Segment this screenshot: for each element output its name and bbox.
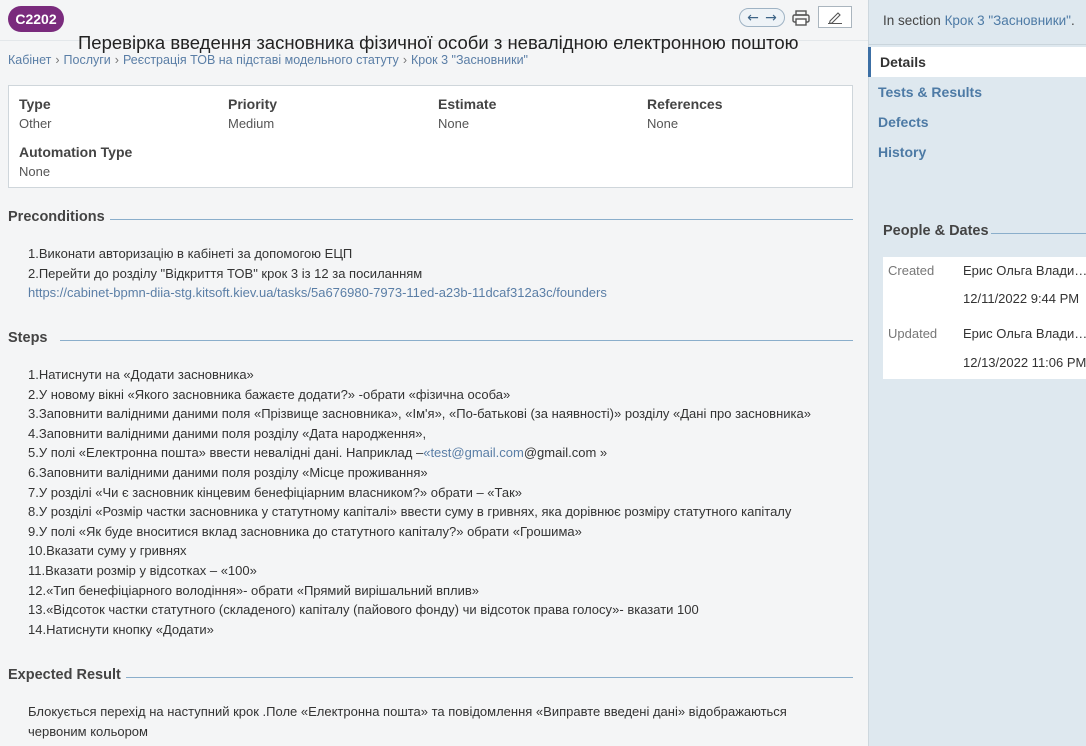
step-line: 12.«Тип бенефіціарного володіння»- обрат… [28, 582, 480, 598]
breadcrumb-item-registration[interactable]: Реєстрація ТОВ на підставі модельного ст… [123, 53, 399, 67]
step-line: 3.Заповнити валідними даними поля «Прізв… [28, 406, 811, 422]
step-line: 14.Натиснути кнопку «Додати» [28, 621, 214, 637]
updated-by: Ерис Ольга Влади… [963, 326, 1086, 341]
sidebar-nav: Details Tests & Results Defects History [868, 47, 1086, 167]
field-estimate: Estimate None [438, 96, 496, 131]
arrow-right-icon[interactable]: → [765, 11, 777, 25]
updated-label: Updated [888, 326, 938, 341]
field-estimate-label: Estimate [438, 96, 497, 112]
section-link[interactable]: Крок 3 "Засновники" [945, 13, 1071, 28]
section-suffix: . [1070, 13, 1075, 28]
people-dates-box: Created Ерис Ольга Влади… 12/11/2022 9:4… [883, 257, 1086, 379]
field-references-label: References [647, 96, 723, 112]
edit-button[interactable] [818, 6, 852, 28]
sidebar-divider [868, 44, 1086, 45]
steps-section-header: Steps [8, 330, 853, 350]
created-by: Ерис Ольга Влади… [963, 263, 1086, 278]
expected-content: Блокується перехід на наступний крок .По… [28, 702, 787, 741]
sidebar-item-details[interactable]: Details [868, 47, 1086, 77]
preconditions-content: 1.Виконати авторизацію в кабінеті за доп… [28, 244, 607, 303]
step-line: 4.Заповнити валідними даними поля розділ… [28, 425, 427, 441]
arrow-left-icon[interactable]: ← [747, 11, 759, 25]
step-line: 8.У розділі «Розмір частки засновника у … [28, 504, 792, 520]
expected-heading: Expected Result [8, 667, 121, 683]
case-id-badge: C2202 [8, 6, 64, 32]
field-estimate-value: None [438, 116, 470, 131]
section-info: In section Крок 3 "Засновники". [883, 13, 1075, 28]
field-references: References None [647, 96, 723, 131]
expected-section-header: Expected Result [8, 667, 853, 687]
section-prefix: In section [883, 13, 941, 28]
page-title: Перевірка введення засновника фізичної о… [78, 32, 799, 53]
field-automation-type: Automation Type None [19, 144, 132, 179]
email-example-link[interactable]: «test@gmail.com [423, 445, 524, 460]
people-dates-heading: People & Dates [883, 223, 989, 239]
breadcrumb-item-cabinet[interactable]: Кабінет [8, 53, 51, 67]
step-line: 9.У полі «Як буде вноситися вклад заснов… [28, 523, 582, 539]
print-button[interactable] [790, 8, 812, 28]
step-line: 7.У розділі «Чи є засновник кінцевим бен… [28, 484, 523, 500]
step-line: 1.Натиснути на «Додати засновника» [28, 367, 254, 382]
field-automation-type-label: Automation Type [19, 144, 133, 160]
field-type-label: Type [19, 96, 51, 112]
created-at: 12/11/2022 9:44 PM [963, 291, 1080, 306]
field-priority: Priority Medium [228, 96, 277, 131]
sidebar-item-defects[interactable]: Defects [868, 107, 1086, 137]
step-line: 11.Вказати розмір у відсотках – «100» [28, 562, 257, 578]
step-line-5: 5.У полі «Електронна пошта» ввести невал… [28, 443, 811, 463]
field-type-value: Other [19, 116, 52, 131]
steps-content: 1.Натиснути на «Додати засновника» 2.У н… [28, 365, 811, 639]
section-divider [110, 219, 853, 220]
people-dates-header: People & Dates [883, 223, 1086, 239]
steps-heading: Steps [8, 330, 48, 346]
section-divider [126, 677, 853, 678]
field-priority-value: Medium [228, 116, 275, 131]
step-line: 13.«Відсоток частки статутного (складено… [28, 602, 699, 618]
field-references-value: None [647, 116, 679, 131]
field-priority-label: Priority [228, 96, 278, 112]
preconditions-heading: Preconditions [8, 209, 105, 225]
breadcrumb: Кабінет › Послуги › Реєстрація ТОВ на підста… [8, 53, 528, 67]
sidebar-item-tests-results[interactable]: Tests & Results [868, 77, 1086, 107]
step-5-before: 5.У полі «Електронна пошта» ввести невал… [28, 445, 424, 461]
preconditions-section-header: Preconditions [8, 209, 853, 229]
field-type: Type Other [19, 96, 52, 131]
pencil-icon [828, 12, 842, 24]
printer-icon [792, 10, 810, 26]
breadcrumb-item-step3[interactable]: Крок 3 "Засновники" [411, 53, 528, 67]
step-line: 6.Заповнити валідними даними поля розділ… [28, 464, 428, 480]
case-fields-box: Type Other Priority Medium Estimate None… [8, 85, 853, 188]
step-line: 2.У новому вікні «Якого засновника бажає… [28, 386, 511, 402]
breadcrumb-item-services[interactable]: Послуги [64, 53, 111, 67]
field-automation-type-value: None [19, 164, 51, 179]
section-divider [60, 340, 853, 341]
precondition-line: 2.Перейти до розділу "Відкриття ТОВ" кро… [28, 265, 423, 281]
precondition-line: 1.Виконати авторизацію в кабінеті за доп… [28, 246, 353, 261]
step-5-after: @gmail.com » [523, 445, 608, 461]
expected-line: червоним кольором [28, 723, 148, 739]
case-navigation[interactable]: ← → [739, 8, 785, 27]
sidebar-item-history[interactable]: History [868, 137, 1086, 167]
expected-line: Блокується перехід на наступний крок .По… [28, 704, 787, 719]
section-divider [991, 233, 1086, 234]
updated-at: 12/13/2022 11:06 PM [963, 355, 1086, 370]
step-line: 10.Вказати суму у гривнях [28, 543, 187, 559]
created-label: Created [888, 263, 935, 278]
precondition-link[interactable]: https://cabinet-bpmn-diia-stg.kitsoft.ki… [28, 283, 607, 303]
